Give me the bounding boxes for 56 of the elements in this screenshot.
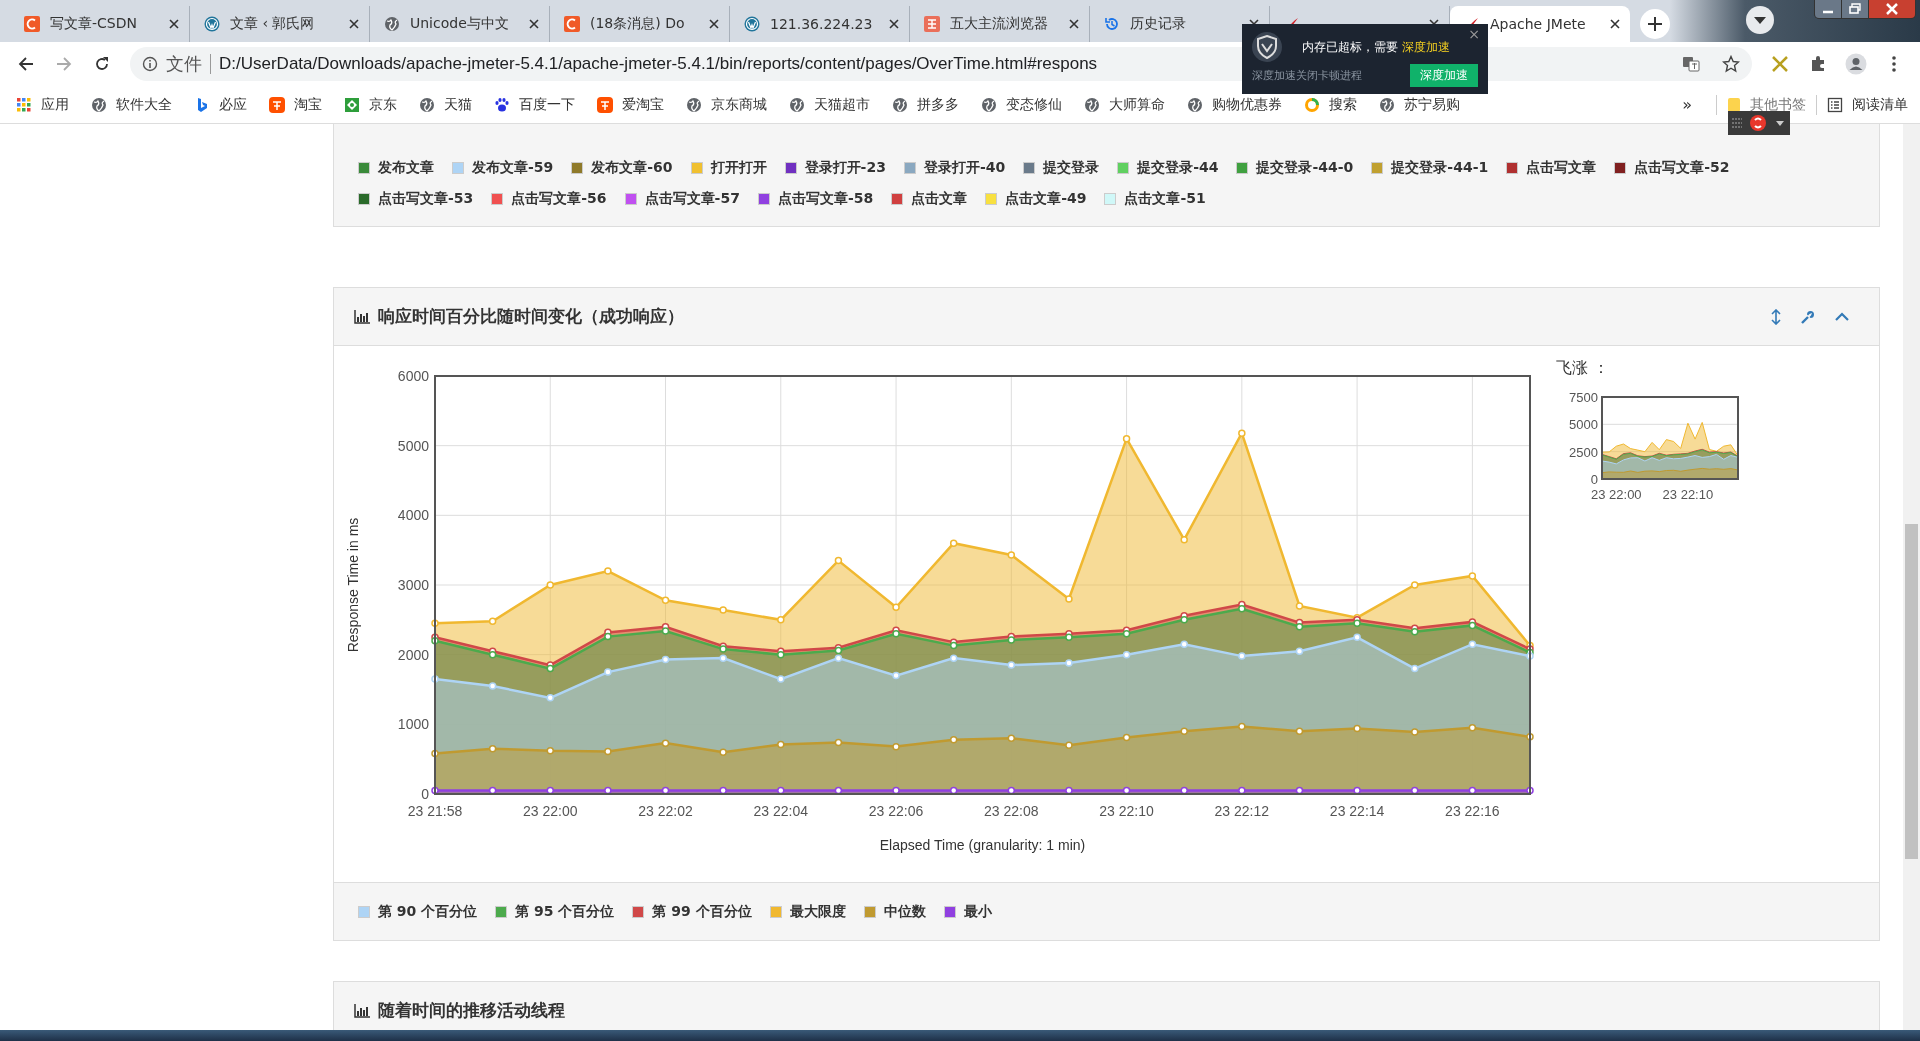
y-tick-label: 2000: [397, 646, 429, 663]
x-tick-label: 23 22:14: [1329, 803, 1385, 819]
x-tick-label: 23 22:00: [523, 803, 578, 819]
url-text: D:/UserData/Downloads/apache-jmeter-5.4.1/apache-jmeter-5.4.1/bin/reports/content/pages/OverTime.html#respons: [219, 54, 1098, 74]
legend-label: 登录打开-23: [804, 159, 886, 177]
legend-label: 最大限度: [789, 902, 846, 921]
y-tick-label: 5000: [397, 437, 429, 454]
panel-title: 响应时间百分比随时间变化（成功响应）: [378, 305, 684, 328]
legend-label: 提交登录: [1043, 159, 1100, 177]
y-tick-label: 6000: [397, 368, 429, 384]
y-tick-label: 0: [421, 786, 429, 802]
y-tick-label: 4000: [397, 507, 429, 524]
y-tick-label: 2500: [1569, 444, 1598, 460]
legend-label: 第 95 个百分位: [515, 902, 615, 921]
y-tick-label: 7500: [1569, 390, 1598, 405]
x-tick-label: 23 21:58: [407, 803, 463, 819]
x-tick-label: 23 22:08: [984, 803, 1039, 819]
x-tick-label: 23 22:16: [1445, 803, 1500, 819]
y-tick-label: 3000: [397, 577, 429, 593]
legend-label: 点击写文章-56: [511, 190, 607, 208]
legend-label: 提交登录-44: [1137, 159, 1219, 177]
legend-label: 点击文章-51: [1124, 190, 1206, 208]
legend-label: 点击文章-49: [1005, 190, 1087, 208]
x-tick-label: 23 22:02: [638, 803, 693, 819]
legend-label: 打开打开: [710, 159, 767, 177]
legend-label: 发布文章-59: [472, 159, 554, 177]
panel-title: 随着时间的推移活动线程: [378, 999, 565, 1022]
popup-detail: 深度加速关闭卡顿进程: [1252, 68, 1362, 83]
legend-label: 中位数: [883, 902, 926, 921]
y-tick-label: 5000: [1569, 417, 1598, 433]
legend-label: 发布文章-60: [591, 159, 673, 177]
x-tick-label: 23 22:10: [1099, 803, 1154, 819]
x-tick-label: 23 22:10: [1662, 487, 1714, 502]
x-tick-label: 23 22:04: [753, 803, 809, 819]
legend-label: 点击写文章-52: [1634, 159, 1730, 177]
y-axis-label: Response Time in ms: [345, 517, 361, 653]
x-tick-label: 23 22:12: [1214, 803, 1270, 819]
overview-label: 飞涨 ：: [1556, 358, 1611, 379]
legend-label: 点击写文章: [1526, 159, 1597, 177]
legend-label: 点击写文章-57: [644, 190, 740, 208]
legend-label: 点击文章: [911, 190, 968, 208]
legend-label: 最小: [963, 902, 992, 921]
x-tick-label: 23 22:06: [868, 803, 924, 819]
y-tick-label: 0: [1590, 472, 1598, 487]
legend-label: 点击写文章-53: [378, 190, 474, 208]
legend-label: 提交登录-44-0: [1256, 159, 1354, 177]
legend-label: 发布文章: [378, 159, 434, 177]
y-tick-label: 1000: [397, 716, 429, 733]
scheme-label: 文件: [166, 52, 202, 76]
legend-label: 第 90 个百分位: [378, 902, 478, 921]
x-tick-label: 23 22:00: [1591, 487, 1642, 502]
legend-label: 点击写文章-58: [777, 190, 874, 208]
x-axis-label: Elapsed Time (granularity: 1 min): [879, 837, 1086, 853]
legend-label: 登录打开-40: [923, 159, 1006, 177]
legend-label: 第 99 个百分位: [652, 902, 752, 921]
legend-label: 提交登录-44-1: [1391, 159, 1489, 177]
